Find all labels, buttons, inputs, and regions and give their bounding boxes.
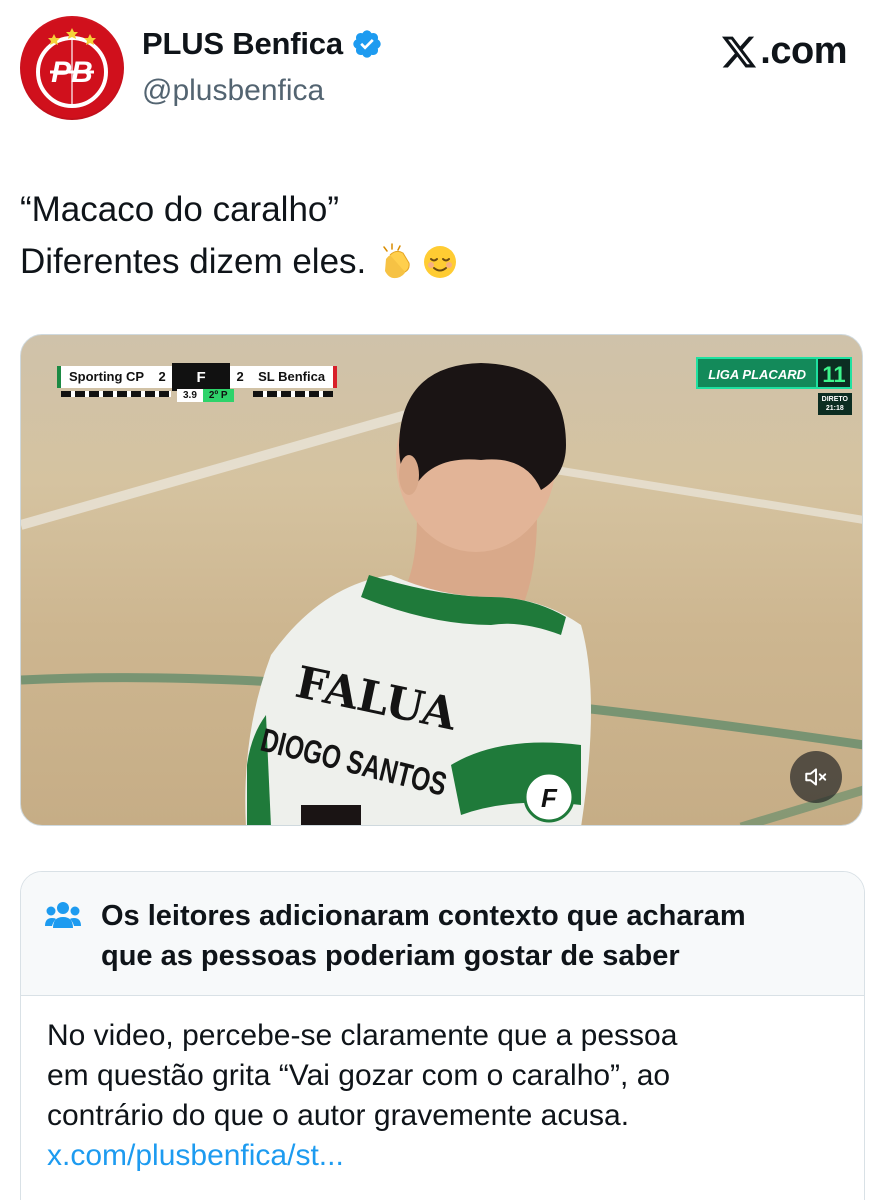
display-name[interactable]: PLUS Benfica — [142, 26, 343, 62]
benfica-logo-icon: PB — [22, 18, 122, 118]
note-title-line-2: que as pessoas poderiam gostar de saber — [101, 940, 680, 972]
community-note-body: No video, percebe-se claramente que a pe… — [21, 996, 864, 1176]
league-logo: F — [172, 363, 231, 391]
relieved-face-emoji — [424, 246, 457, 278]
home-team: Sporting CP — [57, 366, 153, 388]
svg-text:F: F — [541, 783, 558, 813]
clapping-hands-emoji — [383, 243, 410, 279]
community-note-header: Os leitores adicionaram contexto que ach… — [21, 872, 864, 996]
tweet-line-1: “Macaco do caralho” — [20, 190, 340, 229]
tweet-text: “Macaco do caralho” Diferentes dizem ele… — [20, 184, 860, 288]
avatar[interactable]: PB — [20, 16, 124, 120]
people-icon — [45, 902, 81, 928]
note-source-link[interactable]: x.com/plusbenfica/st... — [47, 1136, 838, 1176]
tweet-line-2-text: Diferentes dizem eles. — [20, 242, 367, 281]
community-note-title: Os leitores adicionaram contexto que ach… — [101, 896, 841, 995]
live-time: 21:18 — [825, 405, 844, 412]
live-label: DIRETO — [821, 396, 848, 403]
note-title-line-1: Os leitores adicionaram contexto que ach… — [101, 900, 746, 932]
channel-number: 11 — [818, 357, 852, 389]
video-player[interactable]: F FALUA DIOGO SANTOS Sporting CP 2 F 2 S… — [20, 334, 863, 826]
channel-bug: LIGA PLACARD 11 — [696, 357, 852, 389]
clock: 3.9 — [177, 389, 203, 402]
video-frame: F FALUA DIOGO SANTOS — [21, 363, 862, 825]
away-score: 2 — [230, 366, 251, 388]
tweet-line-2: Diferentes dizem eles. — [20, 236, 860, 288]
mute-button[interactable] — [790, 751, 842, 803]
channel-name: LIGA PLACARD — [696, 357, 818, 389]
x-brand[interactable]: .com — [720, 30, 847, 73]
scoreboard: Sporting CP 2 F 2 SL Benfica — [57, 363, 338, 391]
community-note: Os leitores adicionaram contexto que ach… — [20, 871, 865, 1200]
author-handle[interactable]: @plusbenfica — [142, 74, 324, 108]
match-clock: 3.9 2º P — [177, 389, 234, 402]
note-body-line-3: contrário do que o autor gravemente acus… — [47, 1099, 630, 1132]
scoreboard-stripe-left — [61, 391, 171, 397]
note-body-line-1: No video, percebe-se claramente que a pe… — [47, 1019, 678, 1052]
verified-badge-icon — [353, 30, 381, 58]
home-score: 2 — [152, 366, 173, 388]
away-team: SL Benfica — [250, 366, 338, 388]
live-badge: DIRETO 21:18 — [817, 393, 852, 415]
author-name-row[interactable]: PLUS Benfica — [142, 26, 383, 62]
brand-domain: .com — [760, 30, 847, 72]
svg-text:PB: PB — [51, 56, 93, 89]
scoreboard-stripe-right — [253, 391, 333, 397]
period: 2º P — [202, 389, 234, 402]
note-body-line-2: em questão grita “Vai gozar com o caralh… — [47, 1059, 671, 1092]
speaker-muted-icon — [805, 768, 827, 786]
x-logo-icon — [722, 36, 757, 67]
